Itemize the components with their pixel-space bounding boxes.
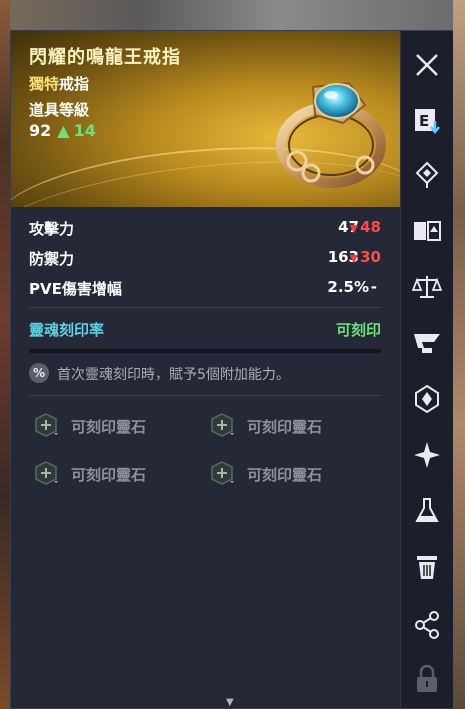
appraise-button[interactable] — [411, 271, 443, 303]
soul-stone-slot-label: 可刻印靈石 — [71, 418, 147, 436]
lock-icon — [417, 664, 437, 692]
soul-stone-icon — [211, 461, 234, 485]
soul-stone-icon — [35, 461, 58, 485]
stats-list: 攻擊力 47 ▼ 48 防禦力 163 ▼ 30 PVE傷害增幅 2.5% - — [29, 213, 381, 303]
stat-diff: ▼ 48 — [349, 218, 381, 236]
stat-row-attack: 攻擊力 47 ▼ 48 — [29, 213, 381, 243]
item-grade-prefix: 獨特 — [29, 75, 60, 93]
item-level-up-value: 14 — [73, 121, 96, 140]
stat-diff: - — [370, 278, 377, 296]
soul-engrave-progress-bar — [29, 349, 381, 353]
item-level-row: 92 ▲ 14 — [29, 121, 96, 140]
item-level-label: 道具等級 — [29, 101, 90, 119]
soul-stone-slot[interactable]: 可刻印靈石 — [205, 459, 375, 489]
share-icon — [415, 611, 439, 639]
soul-engrave-row: 靈魂刻印率 可刻印 — [29, 317, 381, 343]
ring-icon — [276, 81, 386, 188]
item-tooltip-panel: 閃耀的鳴龍王戒指 獨特戒指 道具等級 92 ▲ 14 攻擊力 47 ▼ 48 防… — [10, 30, 453, 709]
expand-down-icon[interactable]: ▼ — [226, 697, 238, 708]
item-header: 閃耀的鳴龍王戒指 獨特戒指 道具等級 92 ▲ 14 — [11, 31, 400, 207]
background-scene-right — [453, 0, 465, 709]
stat-label: PVE傷害增幅 — [29, 280, 122, 298]
soul-stone-slot-label: 可刻印靈石 — [247, 466, 323, 484]
discard-button[interactable] — [411, 551, 443, 583]
equip-icon: E — [415, 109, 440, 135]
sparkle-icon — [414, 442, 440, 468]
stat-row-pve-damage: PVE傷害增幅 2.5% - — [29, 273, 381, 303]
equip-button[interactable]: E — [411, 105, 443, 137]
item-grade: 獨特戒指 — [29, 73, 89, 94]
soul-engrave-button[interactable] — [411, 383, 443, 415]
item-type: 戒指 — [59, 75, 90, 93]
lock-button[interactable] — [411, 663, 443, 695]
soul-stone-icon — [211, 413, 234, 437]
share-button[interactable] — [411, 609, 443, 641]
extract-button[interactable] — [411, 495, 443, 527]
background-scene-left — [0, 0, 10, 709]
percent-icon: % — [29, 363, 49, 383]
background-scene-top — [0, 0, 465, 30]
stat-diff: ▼ 30 — [349, 248, 381, 266]
divider — [29, 307, 381, 308]
soul-engrave-notice: % 首次靈魂刻印時，賦予5個附加能力。 — [29, 363, 381, 387]
stat-label: 防禦力 — [29, 250, 75, 268]
soul-stone-slot-label: 可刻印靈石 — [71, 466, 147, 484]
soul-stone-slot[interactable]: 可刻印靈石 — [205, 411, 375, 441]
soul-stone-slot[interactable]: 可刻印靈石 — [29, 459, 199, 489]
svg-text:E: E — [419, 112, 429, 130]
soul-icon — [415, 384, 439, 414]
stat-label: 攻擊力 — [29, 220, 75, 238]
anvil-icon — [414, 334, 440, 353]
action-sidebar: E — [400, 31, 453, 708]
stat-down-arrow-icon: ▼ — [349, 252, 359, 265]
soul-stone-slot-label: 可刻印靈石 — [247, 418, 323, 436]
soul-stone-icon — [35, 413, 58, 437]
flask-icon — [415, 498, 439, 522]
trash-icon — [417, 556, 437, 579]
level-up-arrow-icon: ▲ — [57, 121, 70, 140]
divider — [29, 395, 381, 396]
stat-down-arrow-icon: ▼ — [349, 222, 359, 235]
notice-text: 首次靈魂刻印時，賦予5個附加能力。 — [57, 367, 290, 383]
close-button[interactable] — [411, 49, 443, 81]
upgrade-icon — [415, 161, 439, 188]
enchant-button[interactable] — [411, 439, 443, 471]
upgrade-button[interactable] — [411, 159, 443, 191]
stat-row-defense: 防禦力 163 ▼ 30 — [29, 243, 381, 273]
item-details: 閃耀的鳴龍王戒指 獨特戒指 道具等級 92 ▲ 14 攻擊力 47 ▼ 48 防… — [11, 31, 400, 708]
item-level-value: 92 — [29, 121, 52, 140]
close-icon — [416, 54, 438, 76]
compare-button[interactable] — [411, 215, 443, 247]
soul-engrave-status: 可刻印 — [335, 321, 381, 339]
scale-icon — [412, 276, 442, 298]
soul-engrave-label: 靈魂刻印率 — [29, 321, 105, 339]
craft-button[interactable] — [411, 327, 443, 359]
stat-value: 2.5% — [327, 278, 369, 296]
item-name: 閃耀的鳴龍王戒指 — [29, 47, 181, 68]
compare-icon — [414, 221, 441, 241]
soul-stone-slot[interactable]: 可刻印靈石 — [29, 411, 199, 441]
